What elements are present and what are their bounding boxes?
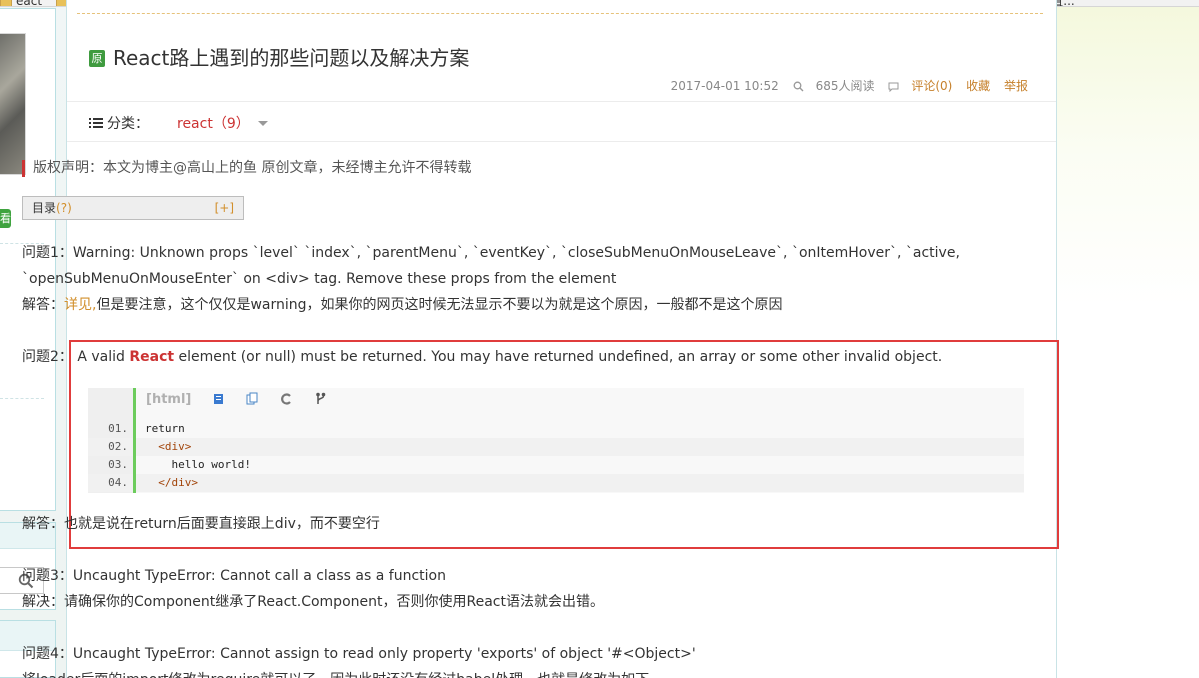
q3-line2: 解决：请确保你的Component继承了React.Component，否则你使… (22, 594, 604, 610)
avatar[interactable] (0, 33, 26, 175)
read-icon (793, 81, 804, 92)
q1-answer-prefix: 解答： (22, 297, 64, 313)
code-accent-bar (133, 388, 136, 493)
q2-question: 问题2： A valid React element (or null) mus… (22, 347, 942, 367)
right-background (1057, 0, 1199, 678)
fork-icon[interactable] (315, 392, 326, 409)
toc-help[interactable]: (?) (56, 201, 72, 215)
code-block: 01. return 02. <div> 03. hello world! 04… (88, 388, 1024, 493)
category-divider (67, 141, 1056, 142)
code-text: <div> (145, 440, 192, 453)
report-link[interactable]: 举报 (1004, 79, 1028, 93)
detail-link[interactable]: 详见, (64, 297, 96, 313)
line-number: 02. (108, 440, 128, 453)
q4-line2: 将loader后面的import修改为require就可以了，因为此时还没有经过… (22, 670, 649, 678)
comment-link[interactable]: 评论(0) (888, 79, 952, 93)
category-row: 分类： react（9） (89, 113, 268, 133)
category-link[interactable]: react（9） (177, 116, 250, 132)
toc-toggle[interactable]: [+] (215, 197, 234, 219)
view-plain-icon[interactable] (213, 393, 224, 409)
copy-icon[interactable] (246, 392, 258, 409)
original-badge: 原 (89, 50, 105, 67)
toc-label: 目录 (32, 201, 57, 215)
q2-answer: 解答：也就是说在return后面要直接跟上div，而不要空行 (22, 516, 380, 532)
code-text: </div> (145, 476, 198, 489)
q1-line1: 问题1：Warning: Unknown props `level` `inde… (22, 245, 960, 261)
code-line: 01. return (88, 420, 1024, 438)
page-title[interactable]: React路上遇到的那些问题以及解决方案 (113, 46, 469, 70)
line-number: 03. (108, 458, 128, 471)
copyright-notice: 版权声明：本文为博主@高山上的鱼 原创文章，未经博主允许不得转载 (22, 160, 471, 177)
code-line: 03. hello world! (88, 456, 1024, 474)
code-text: return (145, 422, 185, 435)
view-button-label: 看 (0, 212, 11, 225)
q1-answer: 解答：详见,但是要注意，这个仅仅是warning，如果你的网页这时候无法显示不要… (22, 295, 783, 315)
publish-date: 2017-04-01 10:52 (670, 79, 779, 93)
code-text: hello world! (145, 458, 251, 471)
q2-highlight: React (129, 349, 175, 365)
code-language: [html] (146, 392, 192, 407)
q1-answer-text: 但是要注意，这个仅仅是warning，如果你的网页这时候无法显示不要以为就是这个… (96, 297, 783, 313)
toc-box[interactable]: 目录(?) [+] (22, 196, 244, 220)
q2-prefix: 问题2： A valid (22, 349, 130, 365)
sidebar-divider (0, 398, 44, 399)
read-count: 685人阅读 (793, 79, 875, 93)
article-meta: 2017-04-01 10:52 685人阅读 评论(0) 收藏 举报 (661, 77, 1028, 94)
view-button[interactable]: 看 (0, 209, 11, 228)
code-toolbar: [html] (146, 392, 326, 410)
code-line: 04. </div> (88, 474, 1024, 492)
code-line: 02. <div> (88, 438, 1024, 456)
meta-divider (67, 101, 1056, 102)
q1-line2: `openSubMenuOnMouseEnter` on <div> tag. … (22, 271, 617, 287)
article-title-row: 原 React路上遇到的那些问题以及解决方案 (89, 42, 469, 70)
comment-label: 评论(0) (911, 79, 953, 93)
q4-line1: 问题4：Uncaught TypeError: Cannot assign to… (22, 646, 696, 662)
line-number: 04. (108, 476, 128, 489)
q3-line1: 问题3：Uncaught TypeError: Cannot call a cl… (22, 568, 446, 584)
top-divider (77, 13, 1043, 14)
read-count-label: 685人阅读 (815, 79, 875, 93)
line-number: 01. (108, 422, 128, 435)
favorite-link[interactable]: 收藏 (966, 79, 990, 93)
category-label: 分类： (107, 116, 149, 132)
chevron-down-icon[interactable] (257, 121, 268, 126)
comment-icon (888, 82, 899, 92)
list-icon (89, 118, 103, 128)
code-icon[interactable] (280, 393, 293, 409)
q2-rest: element (or null) must be returned. You … (174, 349, 943, 365)
